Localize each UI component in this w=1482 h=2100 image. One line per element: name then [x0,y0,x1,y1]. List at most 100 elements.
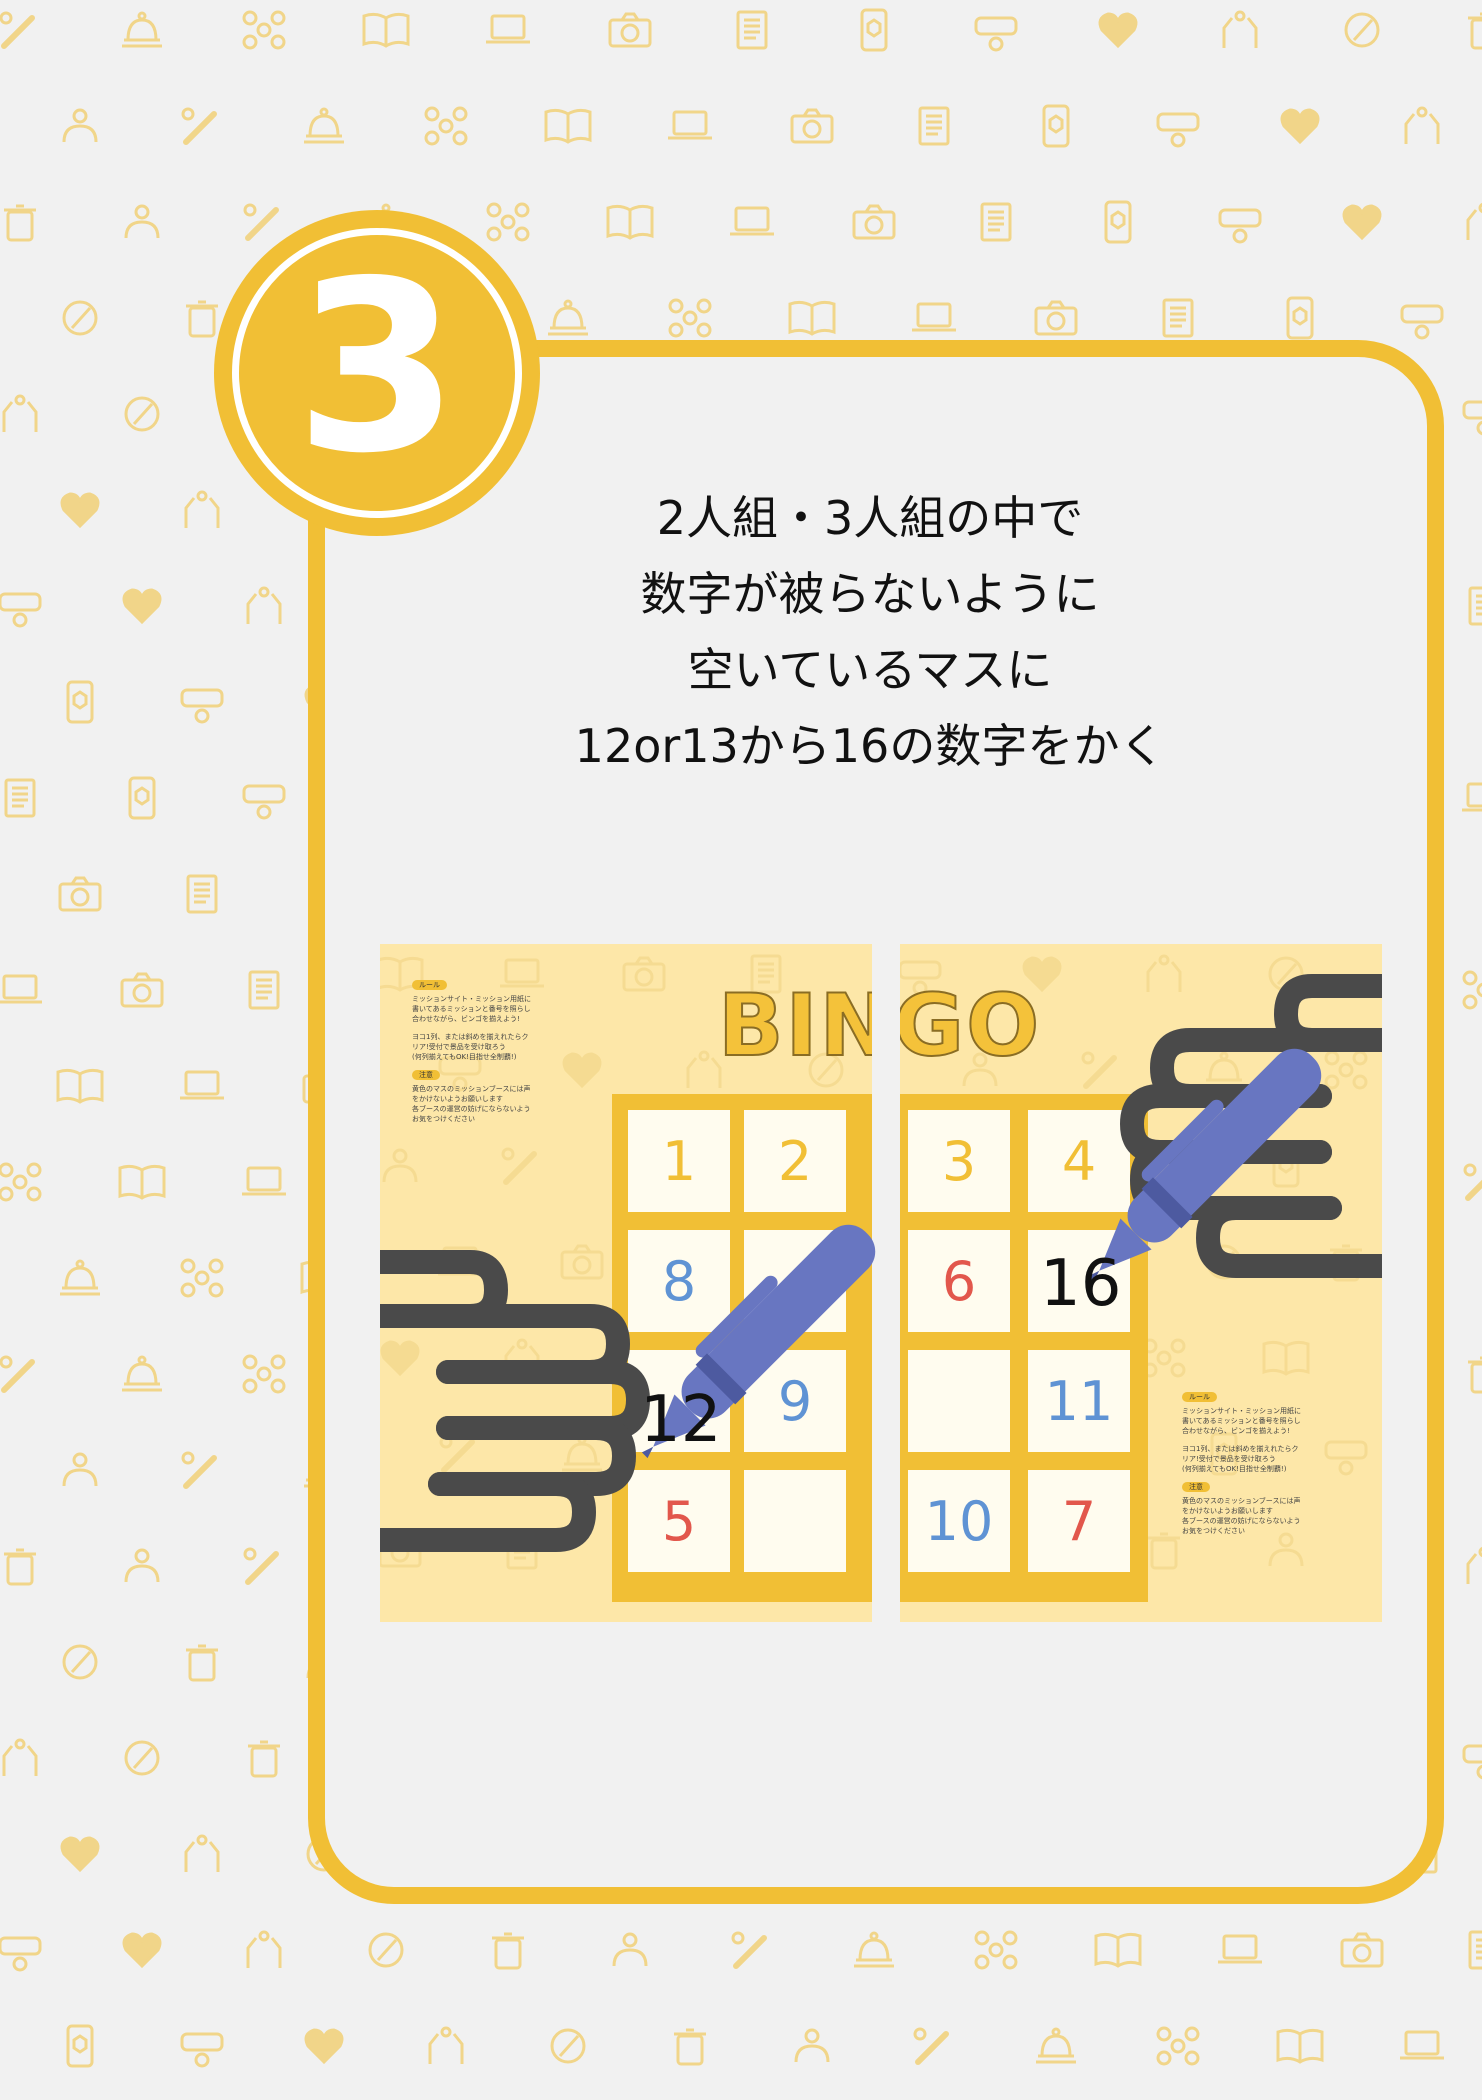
heart-icon [60,1836,100,1873]
bingo-sheet-left: ルール ミッションサイト・ミッション用紙に 書いてあるミッションと番号を照らし … [380,944,872,1622]
bingo-cell: 2 [744,1110,846,1212]
baseball-bat-icon [243,203,279,241]
bingo-cell: 3 [908,1110,1010,1212]
drone-icon [242,1354,286,1394]
laptop-icon [180,1070,224,1100]
brush-icon [1268,956,1304,992]
vr-headset-icon [180,688,224,724]
brush-icon [62,300,98,336]
vr-headset-icon [1156,112,1200,148]
note-tag-right: 注意 [1182,1482,1210,1492]
hands-icon [184,490,220,528]
rule-tag-left: ルール [412,980,447,990]
instruction-line-4: 12or13から16の数字をかく [574,719,1166,773]
baseball-bat-icon [1081,1051,1117,1089]
rule-text2-right: ヨコ1列、または斜めを揃えれたらク リア!受付で景品を受け取ろう (何列揃えても… [1182,1445,1299,1473]
brush-icon [1344,12,1380,48]
book-icon [1094,1932,1142,1968]
brush-icon [124,1740,160,1776]
step-badge-ring: 3 [232,228,522,518]
vr-headset-icon [0,1936,42,1972]
vr-headset-icon [242,784,286,820]
rules-block-right: ルール ミッションサイト・ミッション用紙に 書いてあるミッションと番号を照らし … [1182,1392,1352,1544]
baseball-bat-icon [243,1547,279,1585]
drone-icon [0,1162,42,1202]
drone-icon [1142,1338,1186,1378]
hands-icon [428,2026,464,2064]
vr-headset-icon [1218,208,1262,244]
news-icon [1468,586,1482,626]
rule-text-right: ミッションサイト・ミッション用紙に 書いてあるミッションと番号を照らし 合わせな… [1182,1407,1301,1435]
bell-icon [562,1435,602,1472]
trash-icon [4,1548,36,1586]
ar-phone-icon [1042,104,1070,148]
camera-icon [622,956,666,992]
camera-icon [560,1244,604,1280]
people-icon [62,1452,98,1487]
bell-icon [548,299,588,336]
bingo-cell: 7 [1028,1470,1130,1572]
bell-icon [304,107,344,144]
laptop-icon [730,206,774,236]
ar-phone-icon [1272,1144,1300,1188]
bingo-cell [908,1350,1010,1452]
book-icon [606,204,654,240]
ar-phone-icon [66,2024,94,2068]
rule-text-left: ミッションサイト・ミッション用紙に 書いてあるミッションと番号を照らし 合わせな… [412,995,531,1023]
camera-icon [852,204,896,240]
hands-icon [2,394,38,432]
vr-headset-icon [974,16,1018,52]
ar-phone-icon [1286,296,1314,340]
book-icon [1276,2028,1324,2064]
bell-icon [122,11,162,48]
news-icon [506,1530,538,1570]
written-number-right: 16 [1040,1247,1122,1321]
drone-icon [1462,970,1482,1010]
news-icon [1162,298,1194,338]
book-icon [118,1164,166,1200]
instruction-line-3: 空いているマスに [687,643,1053,697]
heart-icon [304,2028,344,2065]
camera-icon [58,876,102,912]
book-icon [1262,1340,1310,1376]
vr-headset-icon [0,592,42,628]
brush-icon [124,396,160,432]
baseball-bat-icon [181,107,217,145]
camera-icon [608,12,652,48]
instruction-line-1: 2人組・3人組の中で [656,491,1084,545]
heart-icon [1280,108,1320,145]
camera-icon [790,108,834,144]
rule-text2-left: ヨコ1列、または斜めを揃えれたらク リア!受付で景品を受け取ろう (何列揃えても… [412,1033,529,1061]
trash-icon [4,204,36,242]
bingo-cell: 11 [1028,1350,1130,1452]
bingo-cell [744,1230,846,1332]
hands-icon [246,586,282,624]
trash-icon [186,1644,218,1682]
bell-icon [1036,2027,1076,2064]
bingo-cell: 4 [1028,1110,1130,1212]
laptop-icon [1218,1934,1262,1964]
written-number-left: 12 [640,1383,722,1457]
trash-icon [248,1740,280,1778]
vr-headset-icon [1462,1744,1482,1780]
brush-icon [550,2028,586,2064]
laptop-icon [912,302,956,332]
brush-icon [368,1932,404,1968]
vr-headset-icon [180,2032,224,2068]
rule-tag-right: ルール [1182,1392,1217,1402]
rules-block-left: ルール ミッションサイト・ミッション用紙に 書いてあるミッションと番号を照らし … [412,980,582,1132]
laptop-icon [668,110,712,140]
people-icon [612,1932,648,1967]
bingo-cell: 5 [628,1470,730,1572]
bingo-cell [744,1470,846,1572]
hands-icon [2,1738,38,1776]
bell-icon [1204,1051,1244,1088]
heart-icon [1098,12,1138,49]
bingo-sheet-right: BINGO 3 4 6 11 10 7 ルール ミッションサイト・ミッション用紙… [900,944,1382,1622]
people-icon [382,1148,418,1183]
trash-icon [674,2028,706,2066]
news-icon [736,10,768,50]
instruction-line-2: 数字が被らないように [640,567,1100,621]
people-icon [794,2028,830,2063]
bingo-grid-left: 1 2 8 9 5 [612,1094,872,1602]
